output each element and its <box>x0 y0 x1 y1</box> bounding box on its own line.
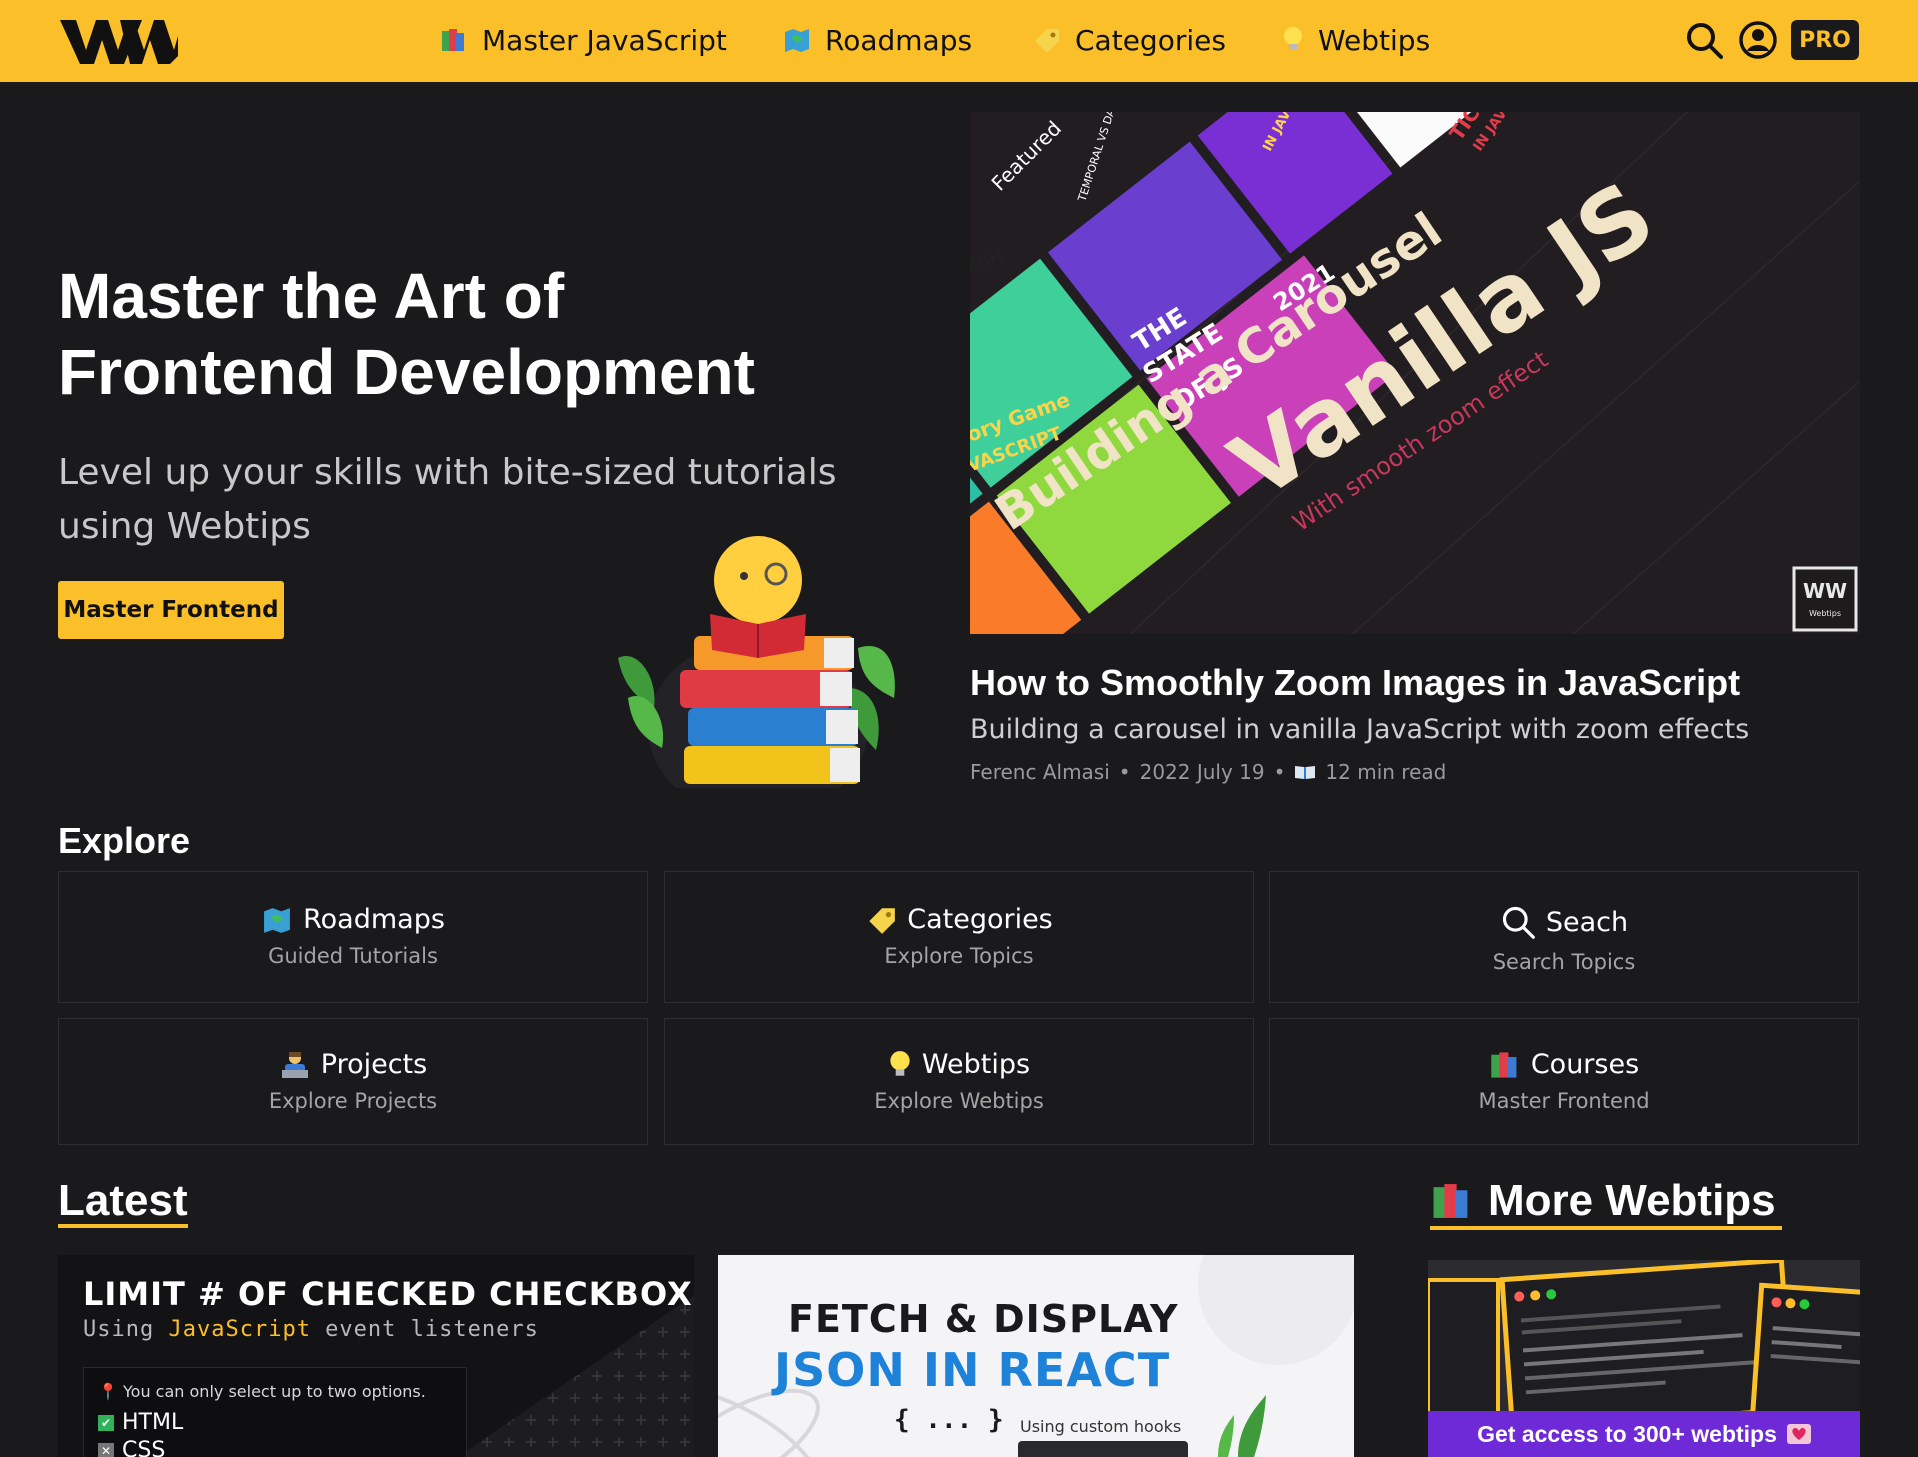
nav-label: Categories <box>1075 23 1226 57</box>
explore-card-subtitle: Explore Projects <box>268 1089 438 1113</box>
explore-card-search[interactable]: Seach Search Topics <box>1269 871 1859 1003</box>
explore-card-title: Projects <box>320 1049 428 1080</box>
featured-article-title[interactable]: How to Smoothly Zoom Images in JavaScrip… <box>970 662 1870 704</box>
explore-card-title-row: Webtips <box>665 1049 1253 1080</box>
explore-card-title: Categories <box>907 904 1053 935</box>
pro-badge[interactable]: PRO <box>1791 20 1859 60</box>
reading-emoji-illustration <box>618 536 895 788</box>
featured-cover-art: Featured THE STATE OF JS 2021 ory Game V… <box>970 112 1860 634</box>
search-icon[interactable] <box>1684 20 1724 60</box>
banner-text: Get access to 300+ webtips <box>1477 1420 1777 1447</box>
nav-label: Master JavaScript <box>482 23 727 57</box>
explore-card-projects[interactable]: Projects Explore Projects <box>58 1018 648 1145</box>
card-title-line: JSON IN REACT <box>774 1343 1171 1397</box>
label-icon <box>865 906 897 934</box>
books-icon <box>440 27 468 53</box>
master-frontend-button[interactable]: Master Frontend <box>58 581 284 639</box>
explore-card-subtitle: Explore Topics <box>884 944 1034 968</box>
card-caption: Using custom hooks <box>1020 1417 1182 1436</box>
author-name: Ferenc Almasi <box>970 760 1110 784</box>
developer-icon <box>279 1050 311 1080</box>
get-access-banner[interactable]: Get access to 300+ webtips <box>1428 1411 1860 1457</box>
checkbox-checked-icon: ✔ <box>98 1414 114 1431</box>
explore-card-title-row: Courses <box>1270 1049 1858 1080</box>
card-subtitle-suffix: event listeners <box>310 1317 539 1342</box>
latest-card-checkboxes[interactable]: LIMIT # OF CHECKED CHECKBOXES Using Java… <box>58 1255 694 1457</box>
card-subtitle: Using JavaScript event listeners <box>83 1317 539 1342</box>
explore-card-subtitle: Guided Tutorials <box>268 944 438 968</box>
explore-card-categories[interactable]: Categories Explore Topics <box>664 871 1254 1003</box>
explore-card-title: Webtips <box>921 1049 1031 1080</box>
card-title: LIMIT # OF CHECKED CHECKBOXES <box>83 1275 694 1313</box>
label-icon <box>1031 27 1061 53</box>
checkbox-label: HTML <box>122 1410 184 1435</box>
card-title-line: FETCH & DISPLAY <box>788 1297 1179 1341</box>
nav-roadmaps[interactable]: Roadmaps <box>783 20 972 60</box>
featured-article-subtitle: Building a carousel in vanilla JavaScrip… <box>970 714 1750 745</box>
lightbulb-icon <box>888 1050 912 1080</box>
card-subtitle-highlight: JavaScript <box>168 1317 311 1342</box>
explore-heading: Explore <box>58 820 191 861</box>
featured-article-image[interactable]: Featured THE STATE OF JS 2021 ory Game V… <box>970 112 1860 634</box>
explore-card-webtips[interactable]: Webtips Explore Webtips <box>664 1018 1254 1145</box>
search-icon <box>1500 904 1536 940</box>
publish-date: 2022 July 19 <box>1139 760 1265 784</box>
explore-card-courses[interactable]: Courses Master Frontend <box>1269 1018 1859 1145</box>
books-icon <box>1430 1181 1474 1221</box>
explore-card-title-row: Roadmaps <box>59 904 647 935</box>
latest-heading-underline <box>58 1224 188 1228</box>
checkbox-option-css[interactable]: ✕ CSS <box>98 1438 165 1457</box>
explore-card-title-row: Projects <box>59 1049 647 1080</box>
explore-card-subtitle: Explore Webtips <box>874 1089 1044 1113</box>
user-account-icon[interactable] <box>1738 20 1778 60</box>
more-webtips-underline <box>1430 1226 1782 1230</box>
checkbox-label: CSS <box>122 1438 166 1457</box>
checkbox-disabled-icon: ✕ <box>98 1442 114 1457</box>
explore-card-roadmaps[interactable]: Roadmaps Guided Tutorials <box>58 871 648 1003</box>
meta-separator: • <box>1273 760 1286 784</box>
explore-card-title: Courses <box>1530 1049 1640 1080</box>
panel-hint: 📍 You can only select up to two options. <box>98 1382 426 1401</box>
explore-card-title: Roadmaps <box>303 904 445 935</box>
featured-article-meta: Ferenc Almasi • 2022 July 19 • 12 min re… <box>970 760 1870 784</box>
cover-badge-logo: WW <box>1803 579 1847 603</box>
explore-card-title-row: Categories <box>665 904 1253 935</box>
map-icon <box>261 906 293 934</box>
nav-webtips[interactable]: Webtips <box>1282 20 1430 60</box>
meta-separator: • <box>1118 760 1131 784</box>
hero-title-line: Frontend Development <box>58 336 755 408</box>
hero-title: Master the Art of Frontend Development <box>58 258 938 410</box>
explore-card-title: Seach <box>1545 906 1629 938</box>
checkbox-demo-panel: 📍 You can only select up to two options.… <box>83 1367 467 1457</box>
books-icon <box>1489 1050 1521 1080</box>
open-book-icon <box>1294 764 1316 780</box>
hero-title-line: Master the Art of <box>58 260 565 332</box>
heart-icon <box>1786 1424 1811 1444</box>
card-subtitle-prefix: Using <box>83 1317 169 1342</box>
nav-label: Webtips <box>1318 23 1431 57</box>
checkbox-option-html[interactable]: ✔ HTML <box>98 1410 183 1435</box>
nav-master-javascript[interactable]: Master JavaScript <box>440 20 727 60</box>
map-icon <box>783 27 811 53</box>
code-braces: { ... } <box>894 1405 1004 1435</box>
more-webtips-title: More Webtips <box>1488 1176 1776 1225</box>
pin-icon: 📍 <box>98 1382 118 1401</box>
latest-card-fetch-json[interactable]: FETCH & DISPLAY JSON IN REACT { ... } Us… <box>718 1255 1354 1457</box>
lightbulb-icon <box>1282 26 1304 54</box>
top-navigation-bar: Master JavaScript Roadmaps Categories We… <box>0 0 1918 82</box>
explore-card-title-row: Seach <box>1270 904 1858 940</box>
nav-categories[interactable]: Categories <box>1031 20 1226 60</box>
cover-badge-text: Webtips <box>1809 609 1841 618</box>
panel-hint-text: You can only select up to two options. <box>123 1382 426 1401</box>
more-webtips-heading: More Webtips <box>1430 1176 1776 1226</box>
more-webtips-card[interactable]: Get access to 300+ webtips <box>1428 1260 1860 1457</box>
explore-card-subtitle: Master Frontend <box>1478 1089 1650 1113</box>
read-time: 12 min read <box>1325 760 1447 784</box>
webtips-logo[interactable] <box>58 14 180 68</box>
nav-label: Roadmaps <box>825 23 973 57</box>
latest-heading: Latest <box>58 1176 188 1225</box>
explore-card-subtitle: Search Topics <box>1492 950 1636 974</box>
